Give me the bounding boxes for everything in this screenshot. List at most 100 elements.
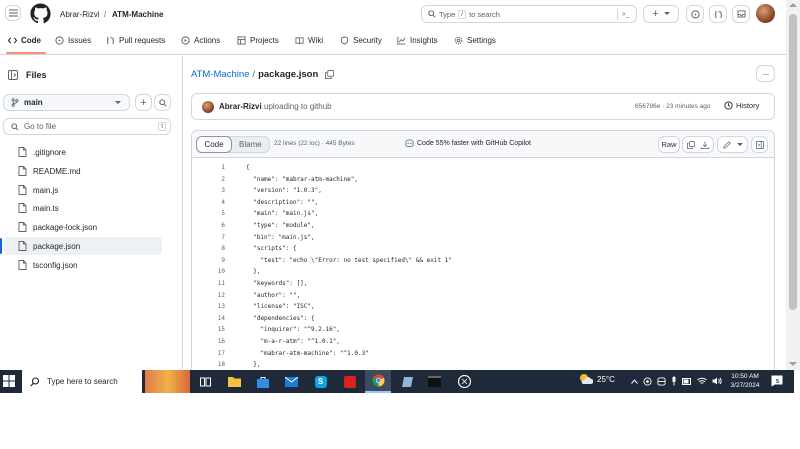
line-number[interactable]: 9 [192,255,225,267]
circle-tray-icon[interactable] [643,376,652,386]
skype-taskbar-icon[interactable]: S [312,373,329,390]
line-content: "name": "mabrar-atm-machine", [246,175,358,183]
app-taskbar-icon[interactable] [456,373,473,390]
commit-meta[interactable]: 656796e · 23 minutes ago [635,103,711,110]
store-taskbar-icon[interactable] [254,373,271,390]
repo-name-link[interactable]: ATM-Machine [112,10,163,19]
blame-view-tab[interactable]: Blame [239,140,262,149]
weather-widget[interactable]: 25°C [579,373,615,385]
more-options-button[interactable]: ··· [756,65,775,82]
file-tree-item[interactable]: main.ts [18,200,59,216]
scroll-down-arrow[interactable] [789,362,797,366]
breadcrumb-repo-link[interactable]: ATM-Machine [191,69,249,80]
line-number[interactable]: 7 [192,232,225,244]
copilot-promo[interactable]: Code 55% faster with GitHub Copilot [405,139,531,147]
chevron-up-icon[interactable] [631,378,638,384]
notification-center-button[interactable]: 5 [771,375,783,387]
collapse-sidebar-button[interactable] [8,70,18,80]
line-number[interactable]: 6 [192,220,225,232]
line-number[interactable]: 16 [192,336,225,348]
chevron-down-icon[interactable] [736,142,743,147]
add-file-button[interactable]: + [135,94,152,111]
tab-pull-requests[interactable]: Pull requests [106,36,165,45]
history-button[interactable]: History [724,101,759,110]
selected-file-indicator [0,238,2,254]
file-tree-item[interactable]: package-lock.json [18,219,97,235]
github-logo[interactable] [30,3,51,24]
code-view-tab[interactable]: Code [196,136,232,153]
line-number[interactable]: 10 [192,266,225,278]
pencil-icon[interactable] [722,140,731,149]
code-panel: Code Blame 22 lines (22 loc) · 445 Bytes… [191,130,775,380]
clock[interactable]: 10:50 AM 3/27/2024 [724,372,766,390]
git-branch-icon [11,98,19,107]
page-scrollbar[interactable] [786,0,800,370]
tab-insights-label: Insights [410,36,438,45]
commit-author[interactable]: Abrar-Rizvi [219,102,262,111]
history-label: History [736,101,760,110]
line-number[interactable]: 1 [192,162,225,174]
file-tree-item[interactable]: main.js [18,182,58,198]
branch-selector[interactable]: main [3,94,130,111]
volume-icon[interactable] [712,377,722,385]
tab-security[interactable]: Security [340,36,382,45]
battery-icon[interactable] [682,377,692,385]
news-widget[interactable] [145,370,190,393]
line-number[interactable]: 8 [192,243,225,255]
terminal-taskbar-icon[interactable] [426,373,443,390]
commit-author-avatar[interactable] [202,101,214,113]
commit-message[interactable]: uploading to github [264,102,332,111]
hamburger-menu-button[interactable] [5,5,21,21]
line-number[interactable]: 5 [192,208,225,220]
inbox-button[interactable] [732,5,750,23]
user-avatar[interactable] [756,4,775,23]
create-new-button[interactable]: + [643,5,679,23]
file-explorer-taskbar-icon[interactable] [226,373,243,390]
pull-requests-button[interactable] [709,5,727,23]
start-button[interactable] [3,375,15,387]
line-number[interactable]: 13 [192,301,225,313]
issues-button[interactable] [686,5,704,23]
copy-path-icon[interactable] [325,70,335,79]
scroll-up-arrow[interactable] [789,3,797,7]
file-tree-item[interactable]: .gitignore [18,144,66,160]
line-number[interactable]: 14 [192,313,225,325]
file-tree-item-selected[interactable]: package.json [18,238,80,254]
tab-issues[interactable]: Issues [55,36,91,45]
line-number[interactable]: 4 [192,197,225,209]
repo-owner-link[interactable]: Abrar-Rizvi [60,10,100,19]
command-palette-button[interactable]: >_ [617,8,633,20]
chrome-taskbar-active[interactable] [365,370,391,393]
mail-taskbar-icon[interactable] [283,373,300,390]
scrollbar-thumb[interactable] [789,14,797,310]
tab-settings[interactable]: Settings [454,36,496,45]
download-icon[interactable] [701,140,709,149]
tab-wiki[interactable]: Wiki [295,36,323,45]
wifi-icon[interactable] [697,377,707,385]
tray-app-icon[interactable] [657,376,666,386]
tab-code[interactable]: Code [8,36,41,45]
raw-button[interactable]: Raw [658,136,680,153]
task-view-button[interactable] [197,373,214,390]
line-number[interactable]: 17 [192,348,225,360]
line-number[interactable]: 15 [192,324,225,336]
tab-actions[interactable]: Actions [181,36,220,45]
line-number[interactable]: 2 [192,174,225,186]
file-tree-item[interactable]: tsconfig.json [18,257,77,273]
file-tree-item[interactable]: README.md [18,163,81,179]
notes-taskbar-icon[interactable] [398,373,415,390]
copy-icon[interactable] [687,140,695,149]
global-search-input[interactable]: Type / to search >_ [421,5,637,23]
microphone-icon[interactable] [671,376,677,386]
line-number[interactable]: 3 [192,185,225,197]
tab-projects[interactable]: Projects [237,36,279,45]
line-number[interactable]: 11 [192,278,225,290]
search-files-button[interactable] [154,94,171,111]
tab-insights[interactable]: Insights [397,36,438,45]
taskbar-search-box[interactable]: Type here to search [22,370,142,393]
symbols-panel-button[interactable] [751,136,768,153]
acrobat-taskbar-icon[interactable] [341,373,358,390]
go-to-file-input[interactable]: Go to file t [3,118,171,135]
line-number[interactable]: 12 [192,290,225,302]
folder-icon [228,377,241,387]
